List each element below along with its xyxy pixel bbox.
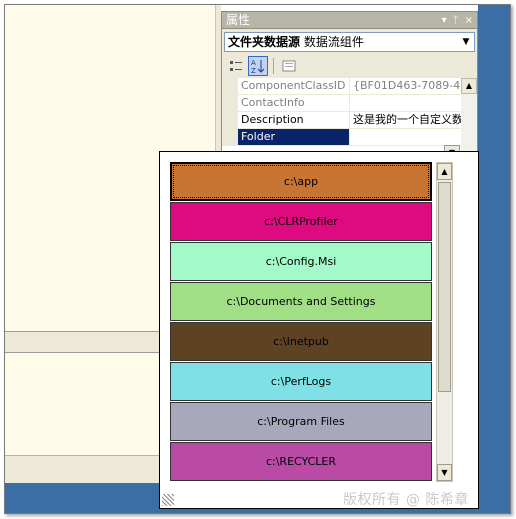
categorized-button[interactable]: [226, 56, 246, 76]
folder-list-item[interactable]: c:\Config.Msi: [170, 242, 432, 281]
folder-list-item[interactable]: c:\RECYCLER: [170, 442, 432, 481]
object-selector[interactable]: 文件夹数据源 数据流组件 ▼: [224, 32, 475, 52]
property-pages-button[interactable]: [279, 56, 299, 76]
folder-list-item[interactable]: c:\PerfLogs: [170, 362, 432, 401]
svg-text:Z: Z: [251, 67, 256, 74]
property-row-selected[interactable]: Folder: [222, 129, 477, 146]
properties-title-bar: 属性 ▾ ᛘ ×: [222, 12, 477, 29]
properties-toolbar: A Z: [222, 54, 477, 78]
folder-dropdown-popup: c:\app c:\CLRProfiler c:\Config.Msi c:\Docu…: [159, 151, 479, 509]
property-value[interactable]: [350, 129, 477, 145]
property-row[interactable]: Description 这是我的一个自定义数: [222, 112, 477, 129]
folder-list-item[interactable]: c:\app: [170, 162, 432, 201]
scroll-down-icon[interactable]: ▼: [437, 464, 452, 481]
desktop-background: [478, 5, 510, 513]
property-row[interactable]: ComponentClassID {BF01D463-7089-41EE-: [222, 78, 477, 95]
folder-list-item[interactable]: c:\CLRProfiler: [170, 202, 432, 241]
close-icon[interactable]: ×: [465, 12, 473, 29]
property-row[interactable]: ContactInfo: [222, 95, 477, 112]
sort-alphabetical-icon: A Z: [251, 59, 265, 74]
folder-list-scrollbar[interactable]: ▲ ▼: [436, 162, 453, 482]
properties-title: 属性: [226, 13, 251, 27]
alphabetical-button[interactable]: A Z: [248, 56, 268, 76]
pin-icon[interactable]: ᛘ: [453, 12, 459, 29]
folder-list-item[interactable]: c:\Program Files: [170, 402, 432, 441]
property-name: Description: [238, 112, 350, 128]
object-type: 数据流组件: [303, 35, 364, 49]
resize-grip-left-icon[interactable]: [162, 494, 174, 506]
property-value: {BF01D463-7089-41EE-: [353, 79, 477, 92]
property-name: ContactInfo: [238, 95, 350, 111]
folder-list-item[interactable]: c:\Inetpub: [170, 322, 432, 361]
property-pages-icon: [282, 60, 296, 72]
chevron-down-icon[interactable]: ▼: [458, 33, 474, 51]
screenshot-frame: 属性 ▾ ᛘ × 文件夹数据源 数据流组件 ▼ A Z ComponentCla…: [4, 4, 511, 514]
object-name: 文件夹数据源: [228, 35, 301, 49]
toolbar-separator: [273, 58, 274, 74]
folder-list: c:\app c:\CLRProfiler c:\Config.Msi c:\Docu…: [170, 162, 432, 482]
categorized-icon: [230, 61, 242, 71]
scroll-thumb[interactable]: [438, 182, 451, 392]
property-value[interactable]: 这是我的一个自定义数: [350, 112, 477, 128]
window-position-dropdown-icon[interactable]: ▾: [442, 12, 447, 29]
property-value: [350, 95, 477, 111]
svg-text:A: A: [251, 59, 256, 67]
watermark: 版权所有 @ 陈希章: [343, 492, 469, 508]
property-name: Folder: [238, 129, 350, 145]
property-name: ComponentClassID: [238, 78, 350, 94]
scroll-up-icon[interactable]: ▲: [437, 163, 452, 180]
folder-list-item[interactable]: c:\Documents and Settings: [170, 282, 432, 321]
scroll-up-icon[interactable]: ▲: [461, 78, 477, 94]
